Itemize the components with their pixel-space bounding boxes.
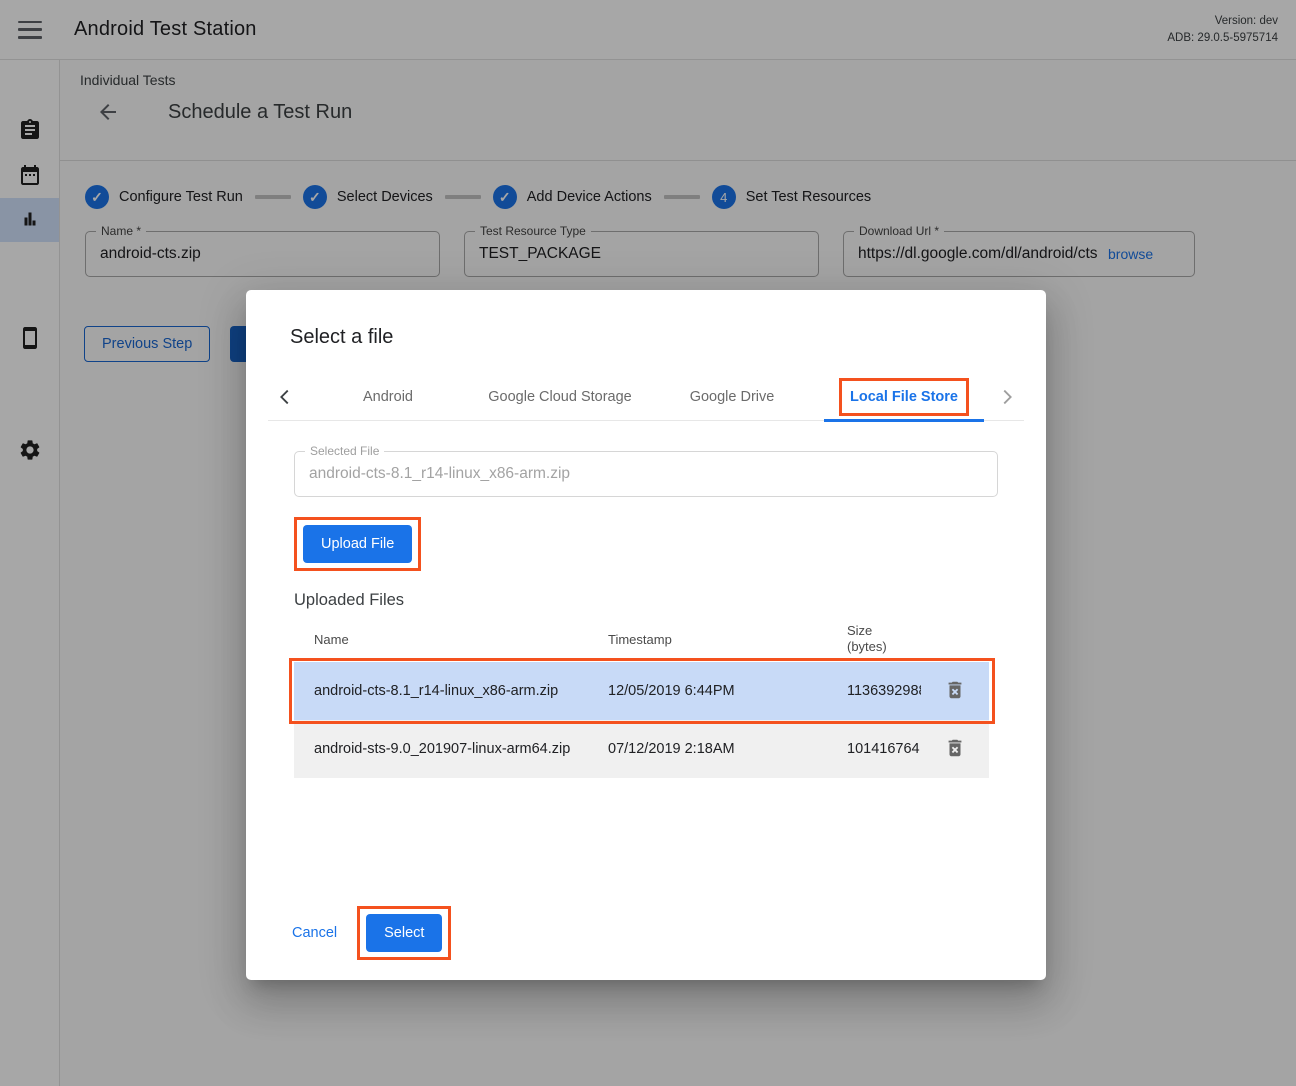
table-row[interactable]: android-sts-9.0_201907-linux-arm64.zip 0… [294, 720, 989, 778]
header-name: Name [294, 632, 608, 647]
tab-local-file-store[interactable]: Local File Store [818, 373, 990, 421]
selected-file-label: Selected File [305, 444, 384, 458]
delete-forever-icon [944, 679, 966, 701]
tab-google-cloud-storage[interactable]: Google Cloud Storage [474, 373, 646, 421]
delete-file-button[interactable] [942, 678, 968, 704]
tab-label: Android [363, 389, 413, 405]
chevron-left-icon [274, 386, 296, 408]
tabs-scroll-left-button[interactable] [268, 373, 302, 421]
timestamp-cell: 12/05/2019 6:44PM [608, 683, 847, 699]
tab-android[interactable]: Android [302, 373, 474, 421]
timestamp-cell: 07/12/2019 2:18AM [608, 741, 847, 757]
select-button[interactable]: Select [366, 914, 442, 952]
header-size: Size (bytes) [847, 623, 921, 656]
uploaded-files-heading: Uploaded Files [294, 591, 998, 610]
file-name-cell: android-cts-8.1_r14-linux_x86-arm.zip [294, 683, 608, 699]
size-cell: 1136392988 [847, 683, 921, 699]
delete-file-button[interactable] [942, 736, 968, 762]
file-source-tabs: Android Google Cloud Storage Google Driv… [268, 373, 1024, 421]
tabs-scroll-right-button[interactable] [990, 373, 1024, 421]
uploaded-files-table: Name Timestamp Size (bytes) android-cts-… [294, 616, 989, 778]
table-row[interactable]: android-cts-8.1_r14-linux_x86-arm.zip 12… [294, 662, 989, 720]
annotation-box-tab: Local File Store [839, 378, 969, 416]
table-header-row: Name Timestamp Size (bytes) [294, 616, 989, 662]
selected-file-value: android-cts-8.1_r14-linux_x86-arm.zip [295, 452, 997, 496]
annotation-box-select: Select [357, 906, 451, 960]
size-cell: 101416764 [847, 741, 921, 757]
annotation-box-upload: Upload File [294, 517, 421, 571]
header-timestamp: Timestamp [608, 632, 847, 647]
chevron-right-icon [996, 386, 1018, 408]
tab-label: Google Drive [690, 389, 775, 405]
upload-file-button[interactable]: Upload File [303, 525, 412, 563]
tab-label: Google Cloud Storage [488, 389, 632, 405]
dialog-title: Select a file [290, 326, 1046, 349]
tab-google-drive[interactable]: Google Drive [646, 373, 818, 421]
tab-label: Local File Store [850, 389, 958, 405]
selected-file-field[interactable]: Selected File android-cts-8.1_r14-linux_… [294, 451, 998, 497]
file-name-cell: android-sts-9.0_201907-linux-arm64.zip [294, 741, 608, 757]
delete-forever-icon [944, 737, 966, 759]
cancel-button[interactable]: Cancel [286, 919, 343, 947]
select-file-dialog: Select a file Android Google Cloud Stora… [246, 290, 1046, 980]
